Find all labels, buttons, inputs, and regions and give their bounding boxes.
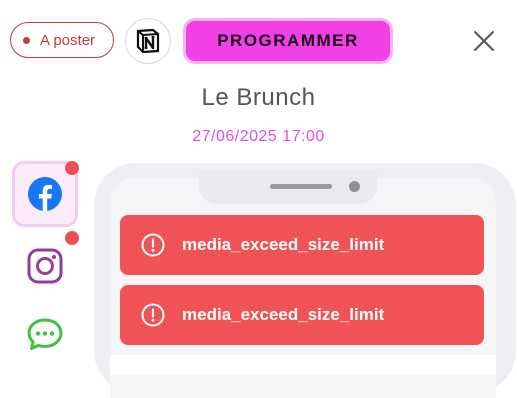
notion-button[interactable]: [125, 18, 171, 64]
status-label: A poster: [40, 31, 96, 49]
alert-circle-icon: [141, 303, 165, 327]
post-datetime: 27/06/2025 17:00: [192, 128, 325, 145]
alert-circle-icon: [141, 233, 165, 257]
error-text: media_exceed_size_limit: [182, 235, 385, 254]
error-message: media_exceed_size_limit: [120, 215, 484, 275]
post-preview-content: [110, 355, 496, 375]
error-badge: [65, 231, 79, 245]
close-icon[interactable]: [470, 27, 498, 55]
status-dot-icon: [23, 36, 30, 44]
error-text: media_exceed_size_limit: [182, 305, 385, 324]
notion-logo-icon: [136, 28, 160, 54]
phone-camera: [349, 181, 360, 192]
facebook-icon: [28, 177, 62, 211]
chat-bubble-icon: [27, 318, 63, 350]
phone-speaker: [270, 184, 332, 189]
network-item-instagram[interactable]: [15, 236, 75, 296]
status-badge[interactable]: A poster: [10, 22, 114, 58]
post-title: Le Brunch: [201, 84, 316, 111]
network-item-messages[interactable]: [15, 305, 75, 365]
error-message: media_exceed_size_limit: [120, 285, 484, 345]
schedule-button[interactable]: PROGRAMMER: [183, 18, 393, 64]
instagram-icon: [27, 248, 63, 284]
error-badge: [65, 161, 79, 175]
